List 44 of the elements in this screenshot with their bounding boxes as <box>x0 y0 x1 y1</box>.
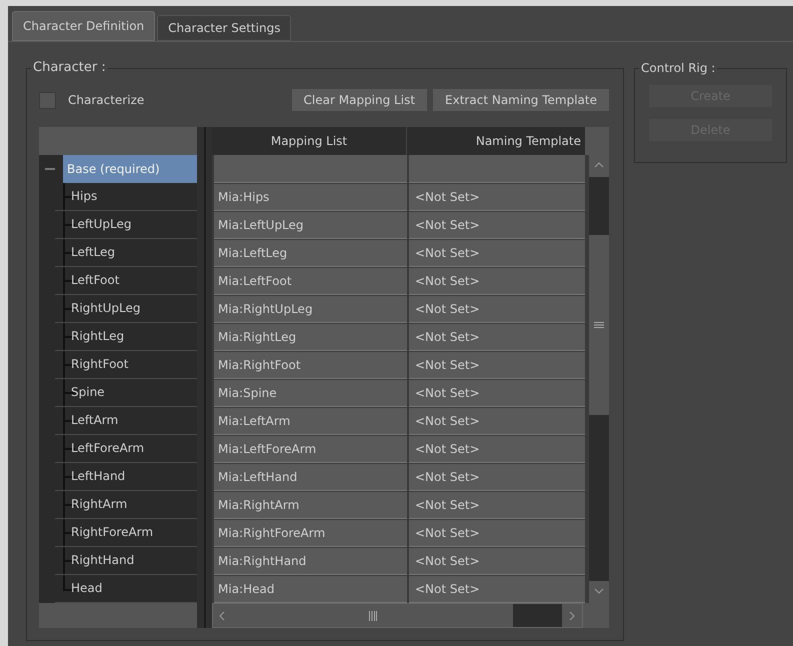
column-header[interactable]: Naming Template <box>407 127 585 155</box>
table-cell: Mia:Hips <box>214 184 407 211</box>
header-corner <box>585 127 609 155</box>
toolbar-button[interactable]: Extract Naming Template <box>433 89 609 111</box>
table-cell: <Not Set> <box>409 548 585 575</box>
table-cell: Mia:LeftLeg <box>214 240 407 267</box>
scroll-thumb[interactable] <box>233 604 513 627</box>
checkbox-label: Characterize <box>68 92 144 109</box>
table-cell: <Not Set> <box>409 408 585 435</box>
scroll-thumb[interactable] <box>589 235 609 415</box>
table-cell: Mia:LeftArm <box>214 408 407 435</box>
table-cell: Mia:RightForeArm <box>214 520 407 547</box>
table-cell: <Not Set> <box>409 184 585 211</box>
checkbox[interactable] <box>39 92 56 108</box>
table-cell: <Not Set> <box>409 380 585 407</box>
scrollbar-corner <box>583 603 609 628</box>
grip-icon <box>594 322 604 328</box>
table-cell: Mia:LeftForeArm <box>214 436 407 463</box>
grip-icon <box>369 610 377 620</box>
table-cell: <Not Set> <box>409 212 585 239</box>
table-cell: <Not Set> <box>409 352 585 379</box>
table-cell: Mia:RightFoot <box>214 352 407 379</box>
table-cell: Mia:LeftHand <box>214 464 407 491</box>
toolbar-button[interactable]: Clear Mapping List <box>292 89 428 111</box>
tab[interactable]: Character Settings <box>157 15 292 41</box>
table-cell: Mia:RightLeg <box>214 324 407 351</box>
table-cell: Mia:LeftUpLeg <box>214 212 407 239</box>
tab[interactable]: Character Definition <box>12 11 156 41</box>
table-cell: Mia:Spine <box>214 380 407 407</box>
horizontal-scrollbar[interactable] <box>212 603 583 628</box>
table-cell: Mia:RightArm <box>214 492 407 519</box>
table-cell: <Not Set> <box>409 324 585 351</box>
table-cell: Mia:RightHand <box>214 548 407 575</box>
table-cell: <Not Set> <box>409 296 585 323</box>
table-cell: <Not Set> <box>409 520 585 547</box>
table-cell: <Not Set> <box>409 436 585 463</box>
table-cell: <Not Set> <box>409 464 585 491</box>
table-cell: <Not Set> <box>409 492 585 519</box>
table-cell: <Not Set> <box>409 268 585 295</box>
table-cell: <Not Set> <box>409 240 585 267</box>
table-cell: Mia:RightUpLeg <box>214 296 407 323</box>
table-cell: <Not Set> <box>409 576 585 603</box>
table-cell: Mia:LeftFoot <box>214 268 407 295</box>
table-cell: Mia:Head <box>214 576 407 603</box>
